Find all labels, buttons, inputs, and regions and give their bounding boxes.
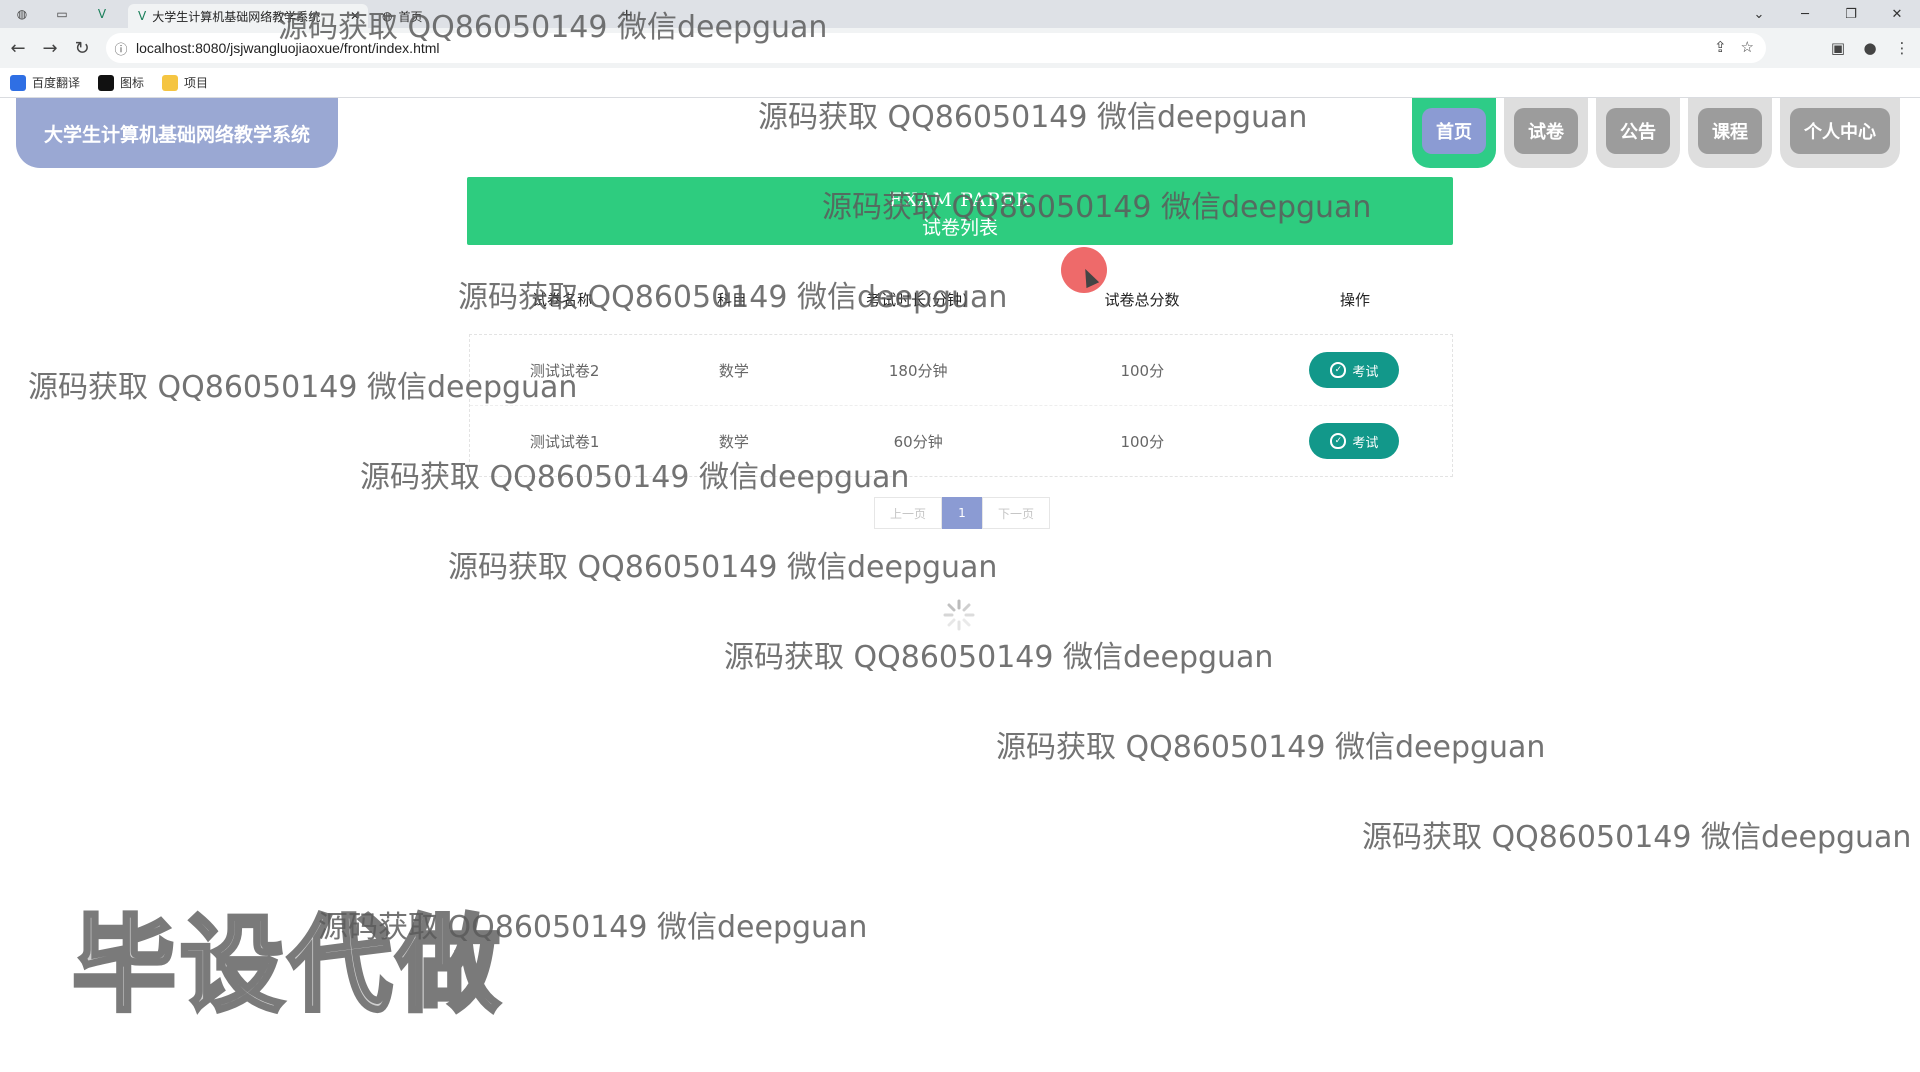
score-cell: 100分: [1120, 432, 1165, 451]
bookmark-baidu-translate[interactable]: 百度翻译: [10, 74, 80, 91]
bookmarks-bar: 百度翻译 图标 项目: [0, 68, 1920, 98]
star-icon[interactable]: ☆: [1741, 38, 1754, 56]
main-nav: 首页 试卷 公告 课程 个人中心: [1412, 98, 1900, 168]
site-title-logo[interactable]: 大学生计算机基础网络教学系统: [16, 98, 338, 168]
browser-tab-title: 大学生计算机基础网络教学系统: [152, 9, 321, 24]
browser-tab-title: 首页: [398, 9, 423, 24]
restore-button[interactable]: ❐: [1828, 0, 1874, 28]
forward-arrow-icon[interactable]: →: [38, 36, 62, 60]
duration-cell: 60分钟: [893, 432, 943, 451]
button-label: 考试: [1352, 364, 1379, 380]
section-banner: EXAM PAPER 试卷列表: [467, 177, 1453, 245]
menu-kebab-icon[interactable]: ⋮: [1890, 34, 1914, 62]
bookmark-project[interactable]: 项目: [162, 74, 208, 91]
column-header: 考试时长(分钟): [866, 290, 968, 309]
column-header: 试卷名称: [531, 290, 592, 309]
paper-name-cell: 测试试卷1: [529, 432, 600, 451]
shield-check-icon: ✓: [1330, 362, 1347, 378]
tab-search-icon[interactable]: ⌄: [1736, 0, 1782, 28]
bookmark-label: 项目: [184, 76, 209, 90]
reload-icon[interactable]: ↻: [70, 36, 94, 60]
table-header: 试卷名称 科目 考试时长(分钟) 试卷总分数 操作: [467, 284, 1453, 314]
window-close-button[interactable]: ✕: [1874, 0, 1920, 28]
nav-item-papers[interactable]: 试卷: [1504, 98, 1588, 168]
watermark-text: 源码获取 QQ86050149 微信deepguan: [724, 640, 1274, 675]
nav-item-notices[interactable]: 公告: [1596, 98, 1680, 168]
loading-spinner-icon: [943, 599, 975, 631]
table-row: 测试试卷2 数学 180分钟 100分 ✓ 考试: [470, 335, 1452, 406]
column-header: 科目: [716, 290, 747, 309]
take-exam-button[interactable]: ✓ 考试: [1309, 352, 1400, 388]
close-icon[interactable]: ✕: [350, 9, 360, 23]
score-cell: 100分: [1120, 361, 1165, 380]
button-label: 考试: [1352, 435, 1379, 451]
page-number-current[interactable]: 1: [942, 497, 982, 529]
watermark-text: 源码获取 QQ86050149 微信deepguan: [996, 730, 1546, 765]
bookmark-label: 图标: [120, 76, 145, 90]
column-header: 操作: [1339, 290, 1370, 309]
info-icon[interactable]: ⓘ: [106, 39, 136, 58]
nav-item-label[interactable]: 个人中心: [1790, 108, 1890, 154]
duration-cell: 180分钟: [888, 361, 948, 380]
exam-paper-table: 测试试卷2 数学 180分钟 100分 ✓ 考试 测试试卷1 数学 60分钟 1…: [469, 334, 1453, 477]
action-cell: ✓ 考试: [1257, 406, 1452, 476]
watermark-text: 源码获取 QQ86050149 微信deepguan: [758, 100, 1308, 135]
watermark-text: 源码获取 QQ86050149 微信deepguan: [1362, 820, 1912, 855]
nav-item-label[interactable]: 公告: [1606, 108, 1670, 154]
profile-avatar-icon[interactable]: ●: [1858, 34, 1882, 62]
banner-title-en: EXAM PAPER: [889, 189, 1031, 211]
globe-icon[interactable]: ◍: [14, 6, 30, 22]
nav-item-label[interactable]: 课程: [1698, 108, 1762, 154]
column-header: 试卷总分数: [1104, 290, 1180, 309]
table-row: 测试试卷1 数学 60分钟 100分 ✓ 考试: [470, 406, 1452, 476]
browser-tab-2[interactable]: ◍ 首页: [370, 4, 600, 28]
take-exam-button[interactable]: ✓ 考试: [1309, 423, 1400, 459]
nav-item-user-center[interactable]: 个人中心: [1780, 98, 1900, 168]
bookmark-label: 百度翻译: [32, 76, 81, 90]
nav-item-home[interactable]: 首页: [1412, 98, 1496, 168]
prev-page-button[interactable]: 上一页: [874, 497, 942, 529]
share-icon[interactable]: ⇪: [1714, 38, 1727, 56]
watermark-big-text: 毕设代做: [70, 902, 505, 1028]
browser-tab-bar: ◍ ▭ V V 大学生计算机基础网络教学系统 ✕ ◍ 首页 + ⌄ ─ ❐ ✕: [0, 0, 1920, 28]
paper-name-cell: 测试试卷2: [529, 361, 600, 380]
address-bar[interactable]: ⓘ localhost:8080/jsjwangluojiaoxue/front…: [106, 33, 1766, 63]
folder-icon: [162, 74, 179, 91]
vue-logo-icon: V: [138, 9, 147, 23]
banner-title-zh: 试卷列表: [921, 217, 998, 239]
side-panel-icon[interactable]: ▣: [1826, 34, 1850, 62]
watermark-text: 源码获取 QQ86050149 微信deepguan: [448, 550, 998, 585]
address-toolbar: ← → ↻ ⓘ localhost:8080/jsjwangluojiaoxue…: [0, 28, 1920, 68]
new-tab-button[interactable]: +: [620, 5, 633, 24]
url-text[interactable]: localhost:8080/jsjwangluojiaoxue/front/i…: [136, 40, 440, 56]
minimize-button[interactable]: ─: [1782, 0, 1828, 28]
translate-icon: [10, 74, 26, 91]
globe-icon: ◍: [382, 9, 393, 23]
bookmark-icons[interactable]: 图标: [98, 74, 144, 91]
shield-check-icon: ✓: [1330, 433, 1347, 449]
pagination: 上一页 1 下一页: [874, 497, 1050, 529]
back-arrow-icon[interactable]: ←: [6, 36, 30, 60]
image-icon: [98, 74, 115, 91]
vue-logo-icon[interactable]: V: [94, 6, 110, 22]
nav-item-label[interactable]: 首页: [1422, 108, 1486, 154]
action-cell: ✓ 考试: [1257, 335, 1452, 405]
subject-cell: 数学: [718, 432, 749, 451]
subject-cell: 数学: [718, 361, 749, 380]
next-page-button[interactable]: 下一页: [982, 497, 1050, 529]
nav-item-courses[interactable]: 课程: [1688, 98, 1772, 168]
nav-item-label[interactable]: 试卷: [1514, 108, 1578, 154]
browser-tab-active[interactable]: V 大学生计算机基础网络教学系统 ✕: [128, 4, 368, 28]
tab-favicon-blank-icon[interactable]: ▭: [54, 6, 70, 22]
